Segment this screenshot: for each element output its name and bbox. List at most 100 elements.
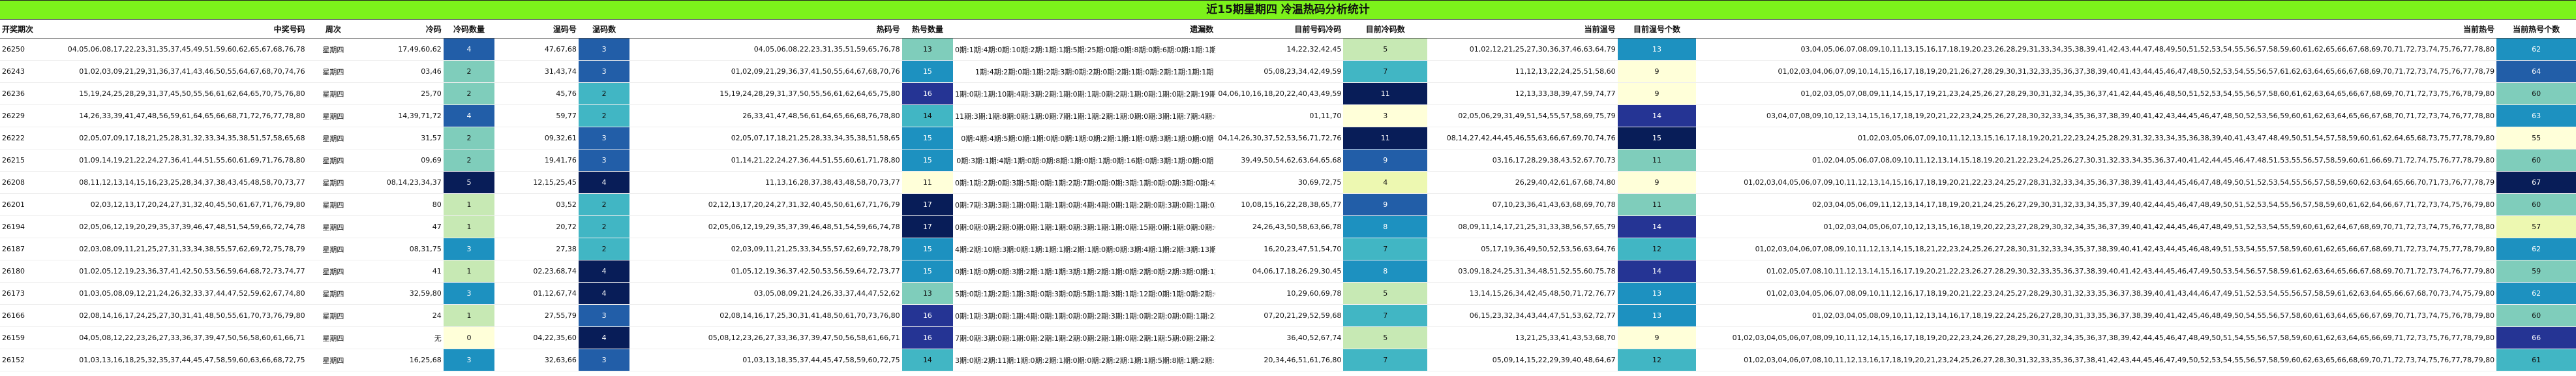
cell-warm-numbers: 32,63,66	[494, 349, 579, 371]
cell-cold-numbers: 32,59,80	[359, 282, 444, 305]
cell-warm-numbers: 27,55,79	[494, 304, 579, 327]
table-row[interactable]: 26159 04,05,08,12,22,23,26,27,33,36,37,39…	[0, 326, 2576, 349]
cell-weekday: 星期四	[307, 38, 360, 61]
cell-warm-count: 2	[578, 193, 630, 216]
cell-warm-numbers: 03,52	[494, 193, 579, 216]
cell-current-cold-count: 8	[1343, 215, 1428, 238]
col-header-win[interactable]: 中奖号码	[42, 20, 307, 39]
cell-warm-count: 2	[578, 82, 630, 105]
cell-weekday: 星期四	[307, 171, 360, 194]
cell-current-cold-numbers: 10,08,15,16,22,28,38,65,77	[1215, 193, 1344, 216]
table-row[interactable]: 26243 01,02,03,09,21,29,31,36,37,41,43,46…	[0, 60, 2576, 83]
cell-current-hot-count: 61	[2496, 349, 2576, 371]
cell-current-cold-count: 11	[1343, 127, 1428, 149]
cell-current-cold-count: 9	[1343, 149, 1428, 172]
col-header-cold-count[interactable]: 冷码数量	[443, 20, 495, 39]
cell-hot-count: 15	[902, 127, 954, 149]
col-header-warm-count[interactable]: 温码数	[578, 20, 630, 39]
cell-current-cold-numbers: 24,26,43,50,58,63,66,78	[1215, 215, 1344, 238]
cell-current-cold-count: 5	[1343, 326, 1428, 349]
cell-miss-counts: 0期:7期:3期:3期:1期:0期:1期:1期:0期:4期:4期:0期:1期:2…	[953, 193, 1216, 216]
cell-winning-numbers: 01,09,14,19,21,22,24,27,36,41,44,51,55,6…	[42, 149, 307, 172]
cell-current-cold-count: 8	[1343, 260, 1428, 283]
col-header-miss[interactable]: 遗漏数	[953, 20, 1216, 39]
cell-cold-numbers: 80	[359, 193, 444, 216]
cell-current-cold-count: 9	[1343, 193, 1428, 216]
cell-hot-numbers: 01,14,21,22,24,27,36,44,51,55,60,61,71,7…	[629, 149, 902, 172]
cell-warm-numbers: 01,12,67,74	[494, 282, 579, 305]
cell-current-hot-count: 62	[2496, 282, 2576, 305]
cell-current-warm-numbers: 03,09,18,24,25,31,34,48,51,52,55,60,75,7…	[1427, 260, 1618, 283]
col-header-cur-hot-count[interactable]: 当前热号个数	[2496, 20, 2576, 39]
cell-current-hot-count: 60	[2496, 304, 2576, 327]
cell-weekday: 星期四	[307, 215, 360, 238]
cell-current-cold-numbers: 16,20,23,47,51,54,70	[1215, 238, 1344, 260]
cell-current-cold-numbers: 05,08,23,34,42,49,59	[1215, 60, 1344, 83]
cell-current-hot-numbers: 01,02,03,04,05,06,07,10,12,13,15,16,18,1…	[1696, 215, 2497, 238]
cell-current-cold-numbers: 20,34,46,51,61,76,80	[1215, 349, 1344, 371]
cell-miss-counts: 3期:0期:2期:11期:1期:0期:2期:1期:0期:0期:2期:2期:1期:…	[953, 349, 1216, 371]
col-header-cur-cold[interactable]: 目前号码冷码	[1215, 20, 1344, 39]
col-header-cur-warm[interactable]: 当前温号	[1427, 20, 1618, 39]
cell-weekday: 星期四	[307, 60, 360, 83]
table-row[interactable]: 26187 02,03,08,09,11,21,25,27,31,33,34,38…	[0, 238, 2576, 260]
cell-hot-count: 15	[902, 238, 954, 260]
cell-current-warm-numbers: 11,12,13,22,24,25,51,58,60	[1427, 60, 1618, 83]
cell-weekday: 星期四	[307, 260, 360, 283]
col-header-cur-cold-count[interactable]: 目前冷码数	[1343, 20, 1428, 39]
cell-hot-count: 17	[902, 193, 954, 216]
cell-current-cold-count: 5	[1343, 38, 1428, 61]
col-header-hot-count[interactable]: 热号数量	[902, 20, 954, 39]
cell-hot-count: 16	[902, 304, 954, 327]
cell-current-cold-numbers: 10,29,60,69,78	[1215, 282, 1344, 305]
cell-period: 26236	[0, 82, 43, 105]
cell-cold-numbers: 24	[359, 304, 444, 327]
table-row[interactable]: 26229 14,26,33,39,41,47,48,56,59,61,64,65…	[0, 104, 2576, 127]
cell-cold-numbers: 08,31,75	[359, 238, 444, 260]
table-row[interactable]: 26250 04,05,06,08,17,22,23,31,35,37,45,49…	[0, 38, 2576, 61]
cell-current-cold-count: 11	[1343, 82, 1428, 105]
table-row[interactable]: 26152 01,03,13,16,18,25,32,35,37,44,45,47…	[0, 349, 2576, 371]
cell-current-cold-count: 7	[1343, 304, 1428, 327]
cell-period: 26250	[0, 38, 43, 61]
table-row[interactable]: 26166 02,08,14,16,17,24,25,27,30,31,41,48…	[0, 304, 2576, 327]
table-row[interactable]: 26180 01,02,05,12,19,23,36,37,41,42,50,53…	[0, 260, 2576, 283]
table-row[interactable]: 26215 01,09,14,19,21,22,24,27,36,41,44,51…	[0, 149, 2576, 172]
table-row[interactable]: 26208 08,11,12,13,14,15,16,23,25,28,34,37…	[0, 171, 2576, 194]
col-header-cur-hot[interactable]: 当前热号	[1696, 20, 2497, 39]
cell-current-cold-count: 7	[1343, 349, 1428, 371]
cell-current-hot-count: 64	[2496, 60, 2576, 83]
table-row[interactable]: 26201 02,03,12,13,17,20,24,27,31,32,40,45…	[0, 193, 2576, 216]
col-header-cur-warm-count[interactable]: 目前温号个数	[1617, 20, 1697, 39]
cell-warm-numbers: 31,43,74	[494, 60, 579, 83]
cell-current-warm-numbers: 05,09,14,15,22,29,39,40,48,64,67	[1427, 349, 1618, 371]
cell-current-cold-numbers: 30,69,72,75	[1215, 171, 1344, 194]
cell-warm-numbers: 45,76	[494, 82, 579, 105]
cell-current-cold-numbers: 14,22,32,42,45	[1215, 38, 1344, 61]
col-header-period[interactable]: 开奖期次	[0, 20, 43, 39]
table-row[interactable]: 26236 15,19,24,25,28,29,31,37,45,50,55,56…	[0, 82, 2576, 105]
cell-cold-numbers: 41	[359, 260, 444, 283]
table-row[interactable]: 26194 02,05,06,12,19,20,29,35,37,39,46,47…	[0, 215, 2576, 238]
cell-hot-count: 16	[902, 82, 954, 105]
cell-weekday: 星期四	[307, 127, 360, 149]
cell-hot-numbers: 01,05,12,19,36,37,42,50,53,56,59,64,72,7…	[629, 260, 902, 283]
cell-current-hot-count: 63	[2496, 104, 2576, 127]
cell-warm-count: 2	[578, 215, 630, 238]
cell-current-hot-count: 66	[2496, 326, 2576, 349]
col-header-hot[interactable]: 热码号	[629, 20, 902, 39]
stats-table: 开奖期次 中奖号码 周次 冷码 冷码数量 温码号 温码数 热码号 热号数量 遗漏…	[0, 20, 2576, 371]
cell-period: 26194	[0, 215, 43, 238]
col-header-week[interactable]: 周次	[307, 20, 360, 39]
table-row[interactable]: 26173 01,03,05,08,09,12,21,24,26,32,33,37…	[0, 282, 2576, 305]
cell-cold-count: 2	[443, 82, 495, 105]
col-header-warm[interactable]: 温码号	[494, 20, 579, 39]
col-header-cold[interactable]: 冷码	[359, 20, 444, 39]
cell-miss-counts: 0期:4期:4期:5期:0期:1期:0期:0期:1期:0期:2期:1期:1期:0…	[953, 127, 1216, 149]
cell-miss-counts: 0期:0期:0期:2期:0期:0期:1期:1期:0期:3期:1期:1期:0期:1…	[953, 215, 1216, 238]
cell-current-warm-numbers: 02,05,06,29,31,49,51,54,55,57,58,69,75,7…	[1427, 104, 1618, 127]
cell-weekday: 星期四	[307, 304, 360, 327]
cell-hot-numbers: 02,12,13,17,20,24,27,31,32,40,45,50,61,6…	[629, 193, 902, 216]
table-row[interactable]: 26222 02,05,07,09,17,18,21,25,28,31,32,33…	[0, 127, 2576, 149]
cell-hot-numbers: 02,05,07,17,18,21,25,28,33,34,35,38,51,5…	[629, 127, 902, 149]
